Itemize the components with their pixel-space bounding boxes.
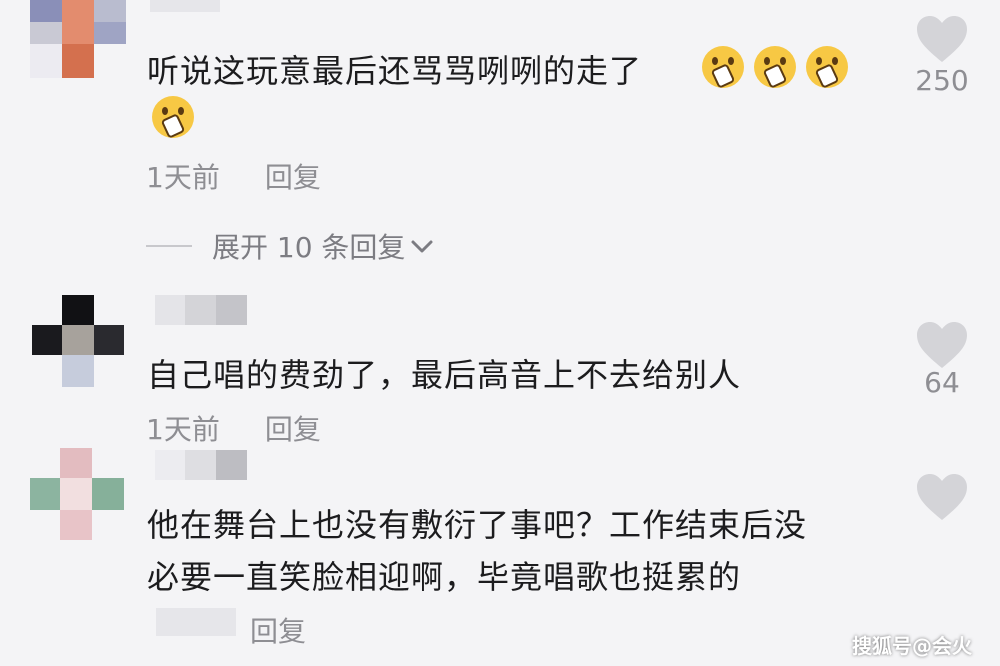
comment-text-line-1: 他在舞台上也没有敷衍了事吧？工作结束后没: [147, 506, 808, 544]
comment-meta: 1天前 回复: [146, 408, 321, 448]
shocked-emoji-icon: [754, 46, 796, 88]
like-count: 250: [915, 64, 969, 97]
chevron-down-icon: [411, 240, 433, 253]
emoji-row-2: [150, 94, 196, 144]
reply-button[interactable]: 回复: [265, 161, 321, 194]
like-heart-icon[interactable]: [915, 14, 969, 64]
watermark: 搜狐号@会火: [852, 634, 972, 658]
like-count: 64: [924, 366, 960, 399]
comment-text: 自己唱的费劲了，最后高音上不去给别人: [147, 356, 742, 394]
shocked-emoji-icon: [702, 46, 744, 88]
comment-time: 1天前: [146, 161, 220, 194]
reply-button[interactable]: 回复: [265, 413, 321, 446]
comment-meta: 1天前 回复: [146, 156, 321, 196]
comment-time: 1天前: [146, 413, 220, 446]
like-heart-icon[interactable]: [915, 320, 969, 370]
like-heart-icon[interactable]: [915, 472, 969, 522]
username-placeholder: [155, 450, 247, 480]
avatar[interactable]: [30, 0, 126, 78]
expand-replies-label: 展开 10 条回复: [212, 231, 406, 264]
username-placeholder: [155, 295, 247, 325]
comment-text-line-2: 必要一直笑脸相迎啊，毕竟唱歌也挺累的: [147, 558, 742, 596]
expand-replies-button[interactable]: 展开 10 条回复: [146, 226, 435, 266]
avatar[interactable]: [30, 448, 124, 540]
username-placeholder: [150, 0, 220, 12]
comment-text: 听说这玩意最后还骂骂咧咧的走了: [147, 52, 643, 90]
avatar[interactable]: [32, 295, 124, 387]
reply-button[interactable]: 回复: [250, 610, 306, 650]
shocked-emoji-icon: [152, 96, 194, 138]
emoji-row: [700, 44, 850, 90]
shocked-emoji-icon: [806, 46, 848, 88]
time-placeholder: [156, 608, 236, 636]
divider: [146, 245, 192, 247]
